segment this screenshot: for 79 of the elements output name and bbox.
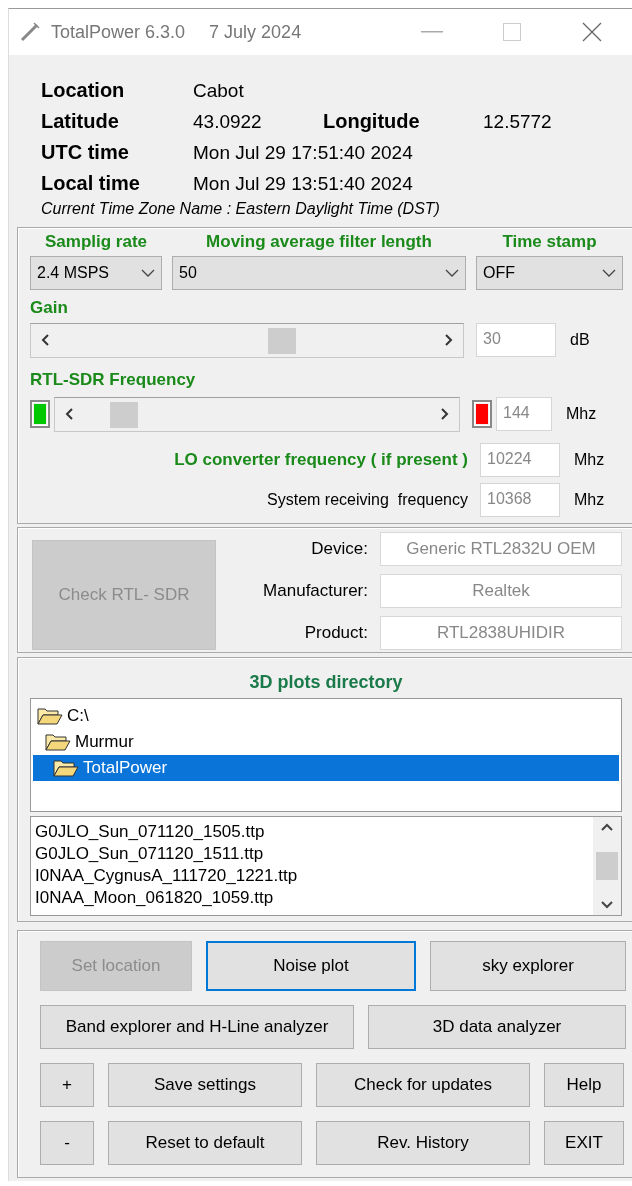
chevron-up-icon xyxy=(601,823,613,831)
maximize-icon xyxy=(503,23,521,41)
action-button[interactable]: sky explorer xyxy=(430,941,626,991)
chevron-down-icon xyxy=(601,901,613,909)
field-label: Samplig rate xyxy=(43,232,148,253)
input-field[interactable]: 10224 xyxy=(480,443,560,477)
slider-thumb[interactable] xyxy=(267,327,296,354)
field-label: Manufacturer: xyxy=(263,581,368,601)
unit-label: Mhz xyxy=(574,491,606,509)
action-button[interactable]: Noise plot xyxy=(206,941,416,991)
action-button[interactable]: Rev. History xyxy=(316,1121,530,1165)
tree-item[interactable]: Murmur xyxy=(33,729,619,755)
action-button[interactable]: Save settings xyxy=(108,1063,302,1107)
chevron-down-icon xyxy=(602,269,616,277)
readonly-field: Realtek xyxy=(380,574,622,608)
window-title: TotalPower 6.3.0 xyxy=(51,21,186,43)
app-icon xyxy=(19,21,41,43)
tree-item[interactable]: TotalPower xyxy=(33,755,619,781)
scrollbar-thumb[interactable] xyxy=(596,852,618,880)
info-value: Mon Jul 29 13:51:40 2024 xyxy=(193,172,414,195)
action-button[interactable]: Help xyxy=(544,1063,624,1107)
info-label: Local time xyxy=(41,172,141,195)
action-button[interactable]: + xyxy=(40,1063,94,1107)
unit-label: dB xyxy=(570,331,591,349)
unit-label: Mhz xyxy=(566,405,598,423)
field-label: RTL-SDR Frequency xyxy=(30,370,197,391)
field-label: Device: xyxy=(310,539,368,559)
chevron-right-icon xyxy=(441,408,449,420)
info-value: 12.5772 xyxy=(483,110,553,133)
info-label: UTC time xyxy=(41,141,130,164)
unit-label: Mhz xyxy=(574,451,606,469)
chevron-down-icon xyxy=(445,269,459,277)
readonly-field: Generic RTL2832U OEM xyxy=(380,532,622,566)
file-item[interactable]: G0JLO_Sun_071120_1505.ttp xyxy=(35,821,593,843)
dropdown[interactable]: 2.4 MSPS xyxy=(30,256,162,290)
section-title: 3D plots directory xyxy=(248,672,404,694)
info-value: Cabot xyxy=(193,79,245,102)
chevron-right-icon xyxy=(445,334,453,346)
chevron-down-icon xyxy=(141,269,155,277)
input-field[interactable]: 144 xyxy=(496,397,552,431)
action-button[interactable]: Reset to default xyxy=(108,1121,302,1165)
scrollbar[interactable] xyxy=(593,817,621,915)
file-item[interactable]: G0JLO_Sun_071120_1511.ttp xyxy=(35,843,593,865)
chevron-left-icon xyxy=(41,334,49,346)
file-item[interactable]: I0NAA_CygnusA_111720_1221.ttp xyxy=(35,865,593,887)
readonly-field: RTL2838UHIDIR xyxy=(380,616,622,650)
field-label: Gain xyxy=(30,298,69,319)
info-value: 43.0922 xyxy=(193,110,263,133)
action-button[interactable]: - xyxy=(40,1121,94,1165)
field-label: Time stamp xyxy=(501,232,598,253)
folder-icon xyxy=(45,732,71,752)
slider-thumb[interactable] xyxy=(109,401,138,428)
field-label: Product: xyxy=(303,623,368,643)
dropdown[interactable]: 50 xyxy=(172,256,466,290)
info-label: Latitude xyxy=(41,110,120,133)
info-label: Location xyxy=(41,79,126,102)
close-icon xyxy=(582,22,602,42)
slider[interactable] xyxy=(30,322,464,358)
action-button[interactable]: EXIT xyxy=(544,1121,624,1165)
info-value: Mon Jul 29 17:51:40 2024 xyxy=(193,141,414,164)
field-label: Moving average filter length xyxy=(205,232,433,253)
slider[interactable] xyxy=(54,396,460,432)
action-button[interactable]: Check for updates xyxy=(316,1063,530,1107)
window-date: 7 July 2024 xyxy=(209,21,302,43)
timezone-text: Current Time Zone Name : Eastern Daylight Time (DST) xyxy=(41,199,441,218)
folder-icon xyxy=(37,706,63,726)
action-button[interactable]: Band explorer and H-Line analyzer xyxy=(40,1005,354,1049)
field-label: System receiving frequency xyxy=(267,491,468,509)
chevron-left-icon xyxy=(65,408,73,420)
action-button[interactable]: 3D data analyzer xyxy=(368,1005,626,1049)
tree-item[interactable]: C:\ xyxy=(33,703,619,729)
input-field[interactable]: 30 xyxy=(476,323,556,357)
input-field[interactable]: 10368 xyxy=(480,483,560,517)
dropdown[interactable]: OFF xyxy=(476,256,623,290)
folder-icon xyxy=(53,758,79,778)
info-label: Longitude xyxy=(323,110,421,133)
field-label: LO converter frequency ( if present ) xyxy=(174,450,468,470)
file-item[interactable]: I0NAA_Moon_061820_1059.ttp xyxy=(35,887,593,909)
minimize-icon xyxy=(421,31,443,33)
